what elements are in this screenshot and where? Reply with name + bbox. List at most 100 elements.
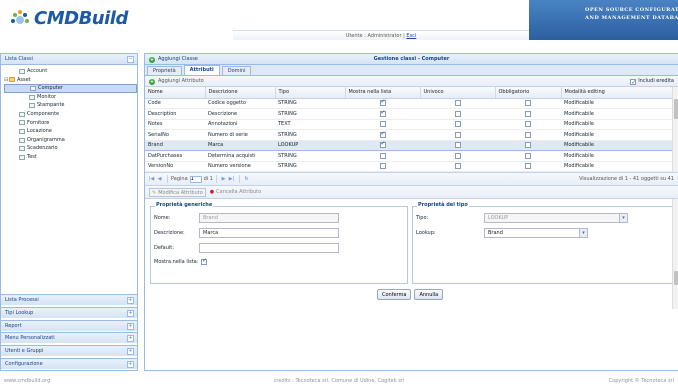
show-in-list-checkbox[interactable] [379, 98, 386, 106]
refresh-icon[interactable]: ↻ [243, 176, 250, 182]
cell-edit-mode: Modificabile [561, 98, 678, 109]
show-in-list-checkbox[interactable] [201, 257, 207, 265]
tree-node-label: Componente [27, 110, 60, 117]
delete-attribute-button[interactable]: ● Cancella Attributo [210, 189, 261, 195]
tab-attributes[interactable]: Attributi [183, 65, 220, 75]
show-in-list-checkbox[interactable] [379, 121, 386, 127]
class-tree: Account ⊟ Asset Computer Monitor Stampante Com… [1, 65, 137, 162]
table-row[interactable]: SerialNoNumero di serieSTRING Modificabil… [145, 129, 678, 141]
column-header[interactable]: Tipo [275, 87, 346, 99]
tree-node[interactable]: Account [4, 67, 137, 76]
accordion-section[interactable]: Lista Processi + [1, 294, 137, 305]
delete-icon: ● [209, 189, 215, 195]
page-number-input[interactable] [189, 175, 202, 183]
column-header[interactable]: Descrizione [205, 87, 276, 99]
table-row[interactable]: DatPurchases Determina acquisti STRING Modi… [145, 150, 678, 162]
expand-icon[interactable]: + [127, 348, 134, 356]
logout-link[interactable]: Esci [406, 33, 416, 39]
edit-attribute-button[interactable]: ✎ Modifica Attributo [149, 187, 206, 197]
mandatory-checkbox[interactable] [525, 163, 531, 169]
column-header[interactable]: Nome [145, 87, 206, 99]
mandatory-checkbox[interactable] [525, 152, 531, 159]
mandatory-checkbox[interactable] [525, 142, 531, 148]
table-row[interactable]: VersionNo Numero versione STRING Modificabi… [145, 161, 678, 172]
mandatory-checkbox[interactable] [525, 110, 531, 117]
unique-checkbox[interactable] [454, 131, 461, 138]
tree-node[interactable]: Stampante [4, 101, 137, 110]
table-row[interactable]: Notes Annotazioni TEXT Modificabile [145, 119, 678, 130]
tree-node[interactable]: Organigramma [4, 136, 137, 145]
accordion-section[interactable]: Menu Personalizzati + [1, 332, 137, 344]
tree-node[interactable]: Computer [4, 84, 137, 93]
show-in-list-checkbox[interactable] [379, 152, 386, 159]
chevron-down-icon[interactable]: ▾ [619, 214, 627, 222]
column-header[interactable]: Obbligatorio [495, 87, 562, 99]
tree-node[interactable]: Componente [4, 110, 137, 119]
show-in-list-checkbox[interactable] [379, 141, 386, 148]
collapse-icon[interactable]: − [127, 56, 134, 63]
tree-node[interactable]: Locazione [4, 127, 137, 136]
expand-icon[interactable]: + [127, 335, 134, 343]
unique-checkbox[interactable] [454, 121, 461, 127]
show-in-list-label: Mostra nella lista: [154, 259, 199, 265]
cancel-button[interactable]: Annulla [414, 289, 444, 300]
accordion-section[interactable]: Utenti e Gruppi + [1, 345, 137, 357]
mandatory-checkbox[interactable] [525, 100, 531, 106]
class-list-header: Lista Classi − [1, 54, 137, 65]
tab-domains[interactable]: Domini [221, 66, 252, 75]
column-header[interactable]: Modalità editing [561, 87, 678, 99]
mandatory-checkbox[interactable] [525, 131, 531, 138]
lookup-combo[interactable]: Brand ▾ [484, 228, 588, 238]
show-in-list-checkbox[interactable] [379, 163, 386, 169]
table-row[interactable]: CodeCodice oggettoSTRING Modificabile [145, 98, 678, 109]
confirm-button[interactable]: Conferma [377, 289, 412, 300]
default-row: Default: [154, 243, 339, 253]
type-combo[interactable]: LOOKUP ▾ [484, 213, 628, 223]
tree-node[interactable]: Monitor [4, 93, 137, 102]
include-inherited-toggle[interactable]: Includi eredita [628, 76, 674, 88]
expand-icon[interactable]: + [127, 322, 134, 330]
attribute-actions-bar: ✎ Modifica Attributo ● Cancella Attributo [145, 186, 678, 199]
show-in-list-checkbox[interactable] [379, 130, 386, 138]
footer-copyright: Copyright © Tecnoteca srl [608, 378, 674, 384]
column-header[interactable]: Univoco [420, 87, 496, 99]
default-field[interactable] [199, 243, 339, 253]
cmdbuild-logo: CMDBuild [10, 8, 128, 29]
form-scrollbar[interactable] [672, 199, 678, 309]
accordion-section[interactable]: Configurazione + [1, 358, 137, 369]
last-page-icon[interactable]: ▶| [228, 176, 235, 182]
tree-node[interactable]: Fornitore [4, 119, 137, 128]
next-page-icon[interactable]: ▶ [220, 176, 227, 182]
accordion-section[interactable]: Tipi Lookup + [1, 306, 137, 318]
grid-scrollbar[interactable] [672, 87, 678, 175]
show-in-list-checkbox[interactable] [379, 109, 386, 117]
chevron-down-icon[interactable]: ▾ [579, 229, 587, 237]
page-count: di 1 [203, 176, 213, 182]
expand-icon[interactable]: + [127, 297, 134, 304]
form-scroll-thumb[interactable] [674, 271, 678, 285]
tree-node[interactable]: Test [4, 153, 137, 162]
unique-checkbox[interactable] [454, 142, 461, 148]
first-page-icon[interactable]: |◀ [148, 176, 155, 182]
name-field[interactable]: Brand [199, 213, 339, 223]
accordion-label: Report [5, 322, 22, 329]
table-row[interactable]: BrandMarcaLOOKUP Modificabile [145, 139, 678, 151]
column-header[interactable]: Mostra nella lista [345, 87, 421, 99]
prev-page-icon[interactable]: ◀ [156, 176, 163, 182]
unique-checkbox[interactable] [454, 110, 461, 117]
unique-checkbox[interactable] [454, 163, 461, 169]
accordion-section[interactable]: Report + [1, 319, 137, 331]
add-attribute-button[interactable]: + Aggiungi Attributo [149, 76, 204, 87]
tab-properties[interactable]: Proprietà [147, 66, 182, 75]
grid-scroll-thumb[interactable] [674, 99, 678, 119]
unique-checkbox[interactable] [454, 152, 461, 159]
description-field[interactable]: Marca [199, 228, 339, 238]
expand-icon[interactable]: + [127, 309, 134, 317]
tree-node[interactable]: Scadenzario [4, 144, 137, 153]
expand-icon[interactable]: + [127, 361, 134, 368]
unique-checkbox[interactable] [454, 100, 461, 106]
tree-node[interactable]: ⊟ Asset [4, 76, 137, 85]
table-row[interactable]: DescriptionDescrizioneSTRING Modificabile [145, 108, 678, 120]
include-inherited-checkbox[interactable] [630, 77, 636, 88]
mandatory-checkbox[interactable] [525, 121, 531, 127]
